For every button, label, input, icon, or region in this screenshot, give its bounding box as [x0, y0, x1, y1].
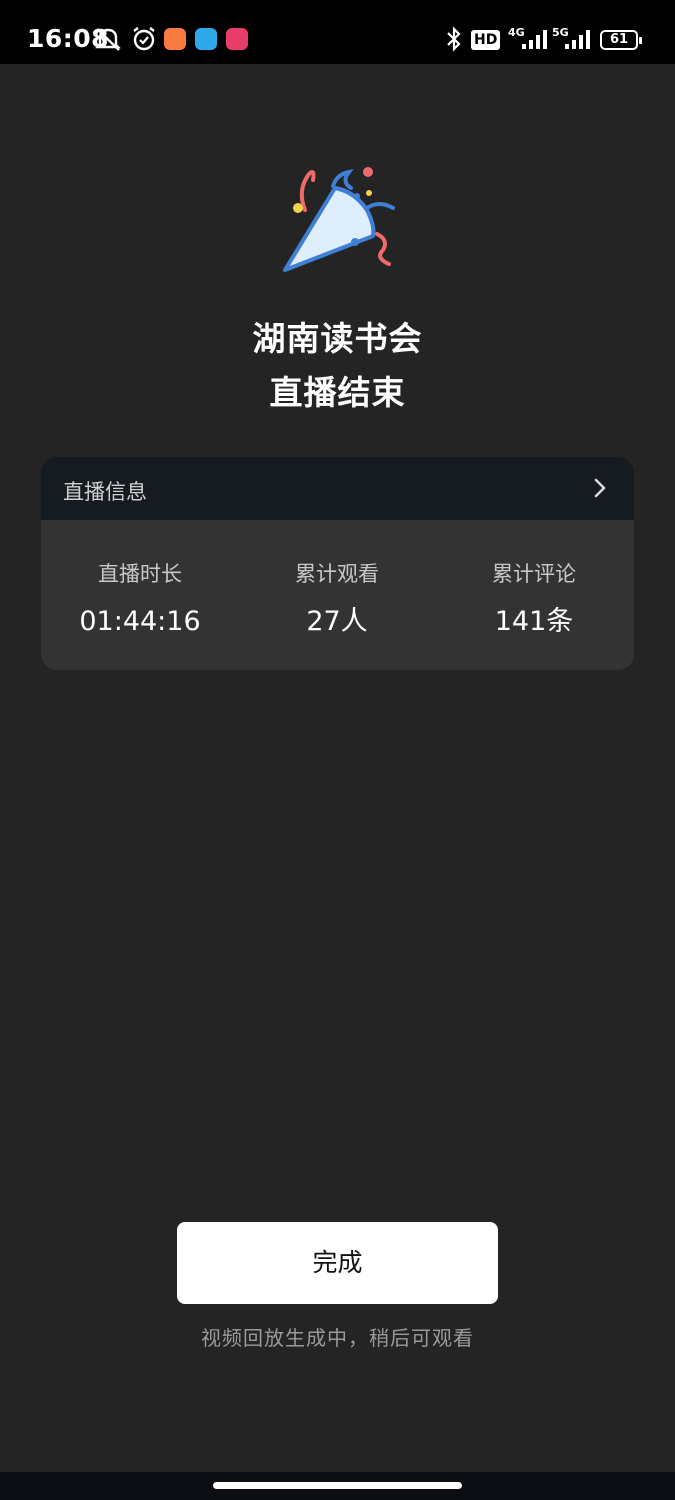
status-bar: 16:08 HD 4G 5G 61 [0, 0, 675, 64]
stat-value: 141条 [494, 606, 574, 637]
chevron-right-icon[interactable] [588, 474, 612, 502]
app-icon-pink [226, 28, 248, 50]
live-ended-screen: 16:08 HD 4G 5G 61 湖南读书会 直播结束 直播信息 直播时长 0… [0, 0, 675, 1500]
app-icon-map [195, 28, 217, 50]
live-ended-title: 直播结束 [269, 373, 406, 412]
stat-duration: 直播时长 01:44:16 [40, 560, 240, 638]
stat-viewers: 累计观看 27人 [237, 560, 437, 638]
room-title: 湖南读书会 [252, 319, 423, 358]
replay-generating-note: 视频回放生成中，稍后可观看 [201, 1326, 474, 1350]
home-indicator[interactable] [213, 1482, 462, 1489]
hd-voice-badge: HD [471, 30, 501, 50]
bluetooth-icon [447, 26, 461, 52]
stat-label: 累计观看 [295, 562, 379, 586]
stat-label: 直播时长 [98, 562, 182, 586]
party-popper-icon [283, 167, 395, 272]
battery-indicator: 61 [600, 30, 642, 50]
stat-comments: 累计评论 141条 [434, 560, 634, 638]
alarm-icon [133, 27, 155, 51]
stat-label: 累计评论 [492, 562, 576, 586]
signal-icon [522, 30, 547, 49]
mute-bell-icon [95, 28, 121, 51]
stat-value: 01:44:16 [79, 606, 201, 637]
signal-icon [565, 30, 590, 49]
stat-value: 27人 [306, 606, 368, 637]
app-icon-orange [164, 28, 186, 50]
live-info-header-label: 直播信息 [63, 480, 147, 504]
live-info-header[interactable]: 直播信息 [41, 457, 634, 520]
done-button[interactable]: 完成 [177, 1222, 498, 1304]
